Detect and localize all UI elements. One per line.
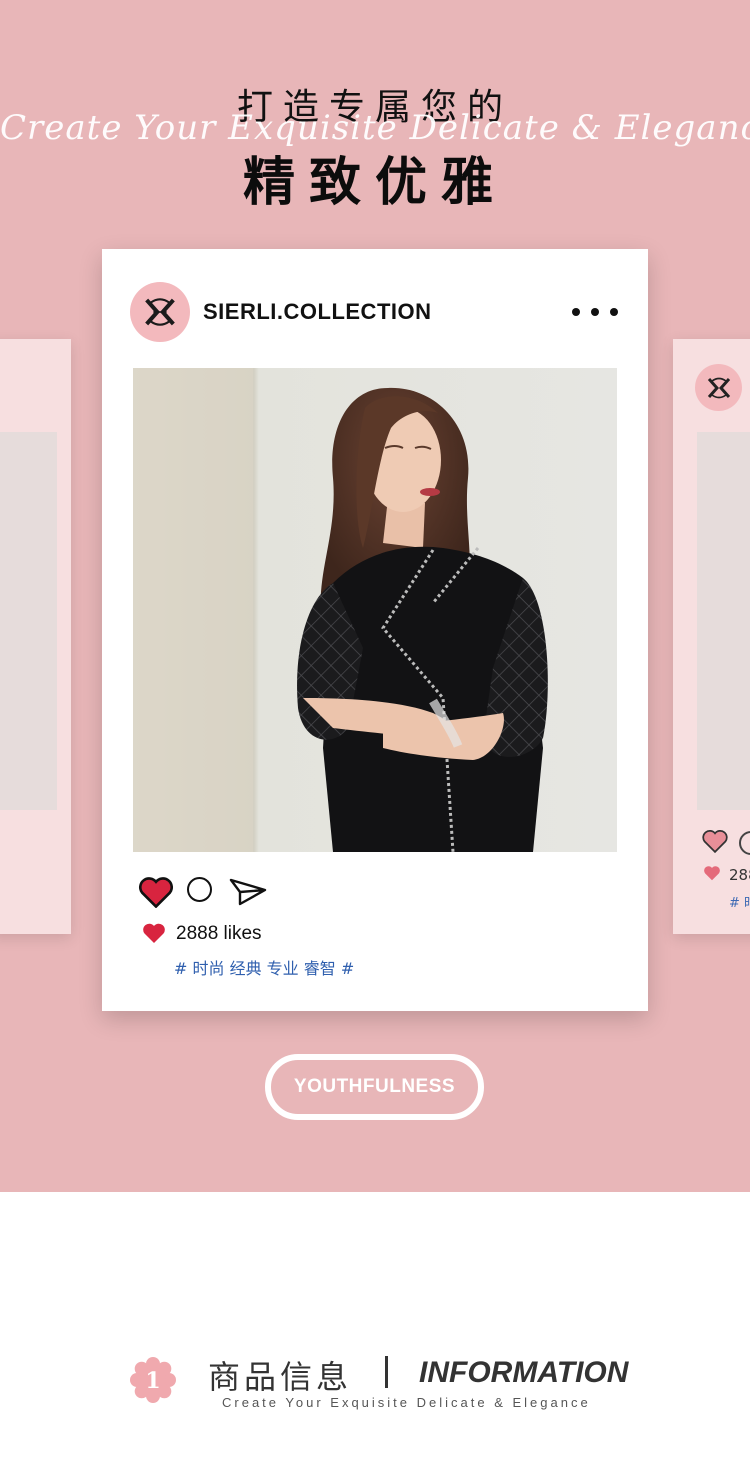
more-dot (591, 308, 599, 316)
post-card: SIERLI.COLLECTION 2888 likes # 时尚 经典 专业 … (102, 249, 648, 1011)
logo-icon (695, 364, 742, 411)
side-card-right[interactable]: 2888 # 时 (673, 339, 750, 934)
hashtags[interactable]: # 时尚 经典 专业 睿智 # (174, 955, 354, 979)
heart-icon (702, 829, 728, 853)
heart-icon[interactable] (138, 876, 174, 908)
share-icon[interactable] (228, 876, 268, 908)
account-name[interactable]: SIERLI.COLLECTION (203, 299, 432, 325)
logo-icon (145, 298, 175, 326)
comment-icon[interactable] (187, 877, 212, 902)
side-card-photo-placeholder (0, 432, 57, 810)
side-card-tags: # 时 (729, 896, 750, 911)
badge-number: 1 (145, 1368, 160, 1394)
avatar[interactable] (130, 282, 190, 342)
heart-icon (704, 866, 720, 881)
product-photo (133, 368, 617, 852)
more-dot (610, 308, 618, 316)
section-title-en: INFORMATION (419, 1356, 629, 1389)
section-title-cn: 商品信息 (208, 1358, 353, 1396)
more-icon[interactable] (572, 301, 618, 323)
section-divider (385, 1356, 388, 1388)
flower-badge-icon: 1 (130, 1357, 176, 1403)
side-card-likes: 2888 (729, 866, 750, 884)
heart-icon (143, 923, 165, 943)
side-card-photo-placeholder (697, 432, 750, 810)
likes-count[interactable]: 2888 likes (176, 923, 262, 945)
youthfulness-button[interactable]: YOUTHFULNESS (265, 1054, 484, 1120)
youthfulness-label: YOUTHFULNESS (293, 1076, 456, 1097)
more-dot (572, 308, 580, 316)
comment-icon (739, 831, 750, 855)
script-tagline: Create Your Exquisite Delicate & Eleganc… (0, 108, 750, 148)
section-subtitle: Create Your Exquisite Delicate & Eleganc… (222, 1395, 591, 1410)
side-card-left[interactable] (0, 339, 71, 934)
headline-line-2: 精致优雅 (242, 153, 507, 213)
